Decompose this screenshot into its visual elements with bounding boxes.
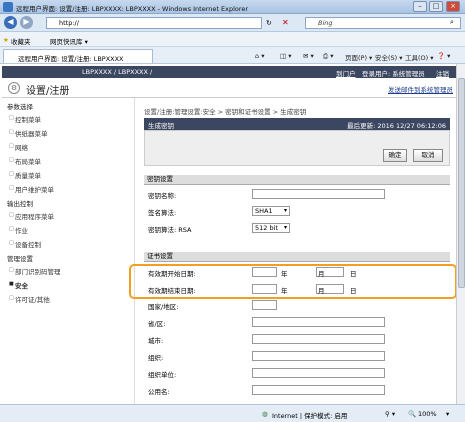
key-algo-select[interactable]: 512 bit: [252, 223, 290, 233]
sidebar-item-control-menu[interactable]: 控制菜单: [9, 114, 41, 124]
sidebar-item-layout[interactable]: 布局菜单: [9, 156, 41, 166]
window-title: 远程用户界面: 设置/注册: LBPXXXX: LBPXXXX - Window…: [16, 5, 249, 13]
page-title: 设置/注册: [26, 86, 70, 97]
product-name: LBPXXXX / LBPXXXX /: [82, 68, 153, 76]
city-input[interactable]: [252, 334, 385, 344]
vertical-scrollbar[interactable]: [456, 64, 465, 404]
sidebar-item-application[interactable]: 应用程序菜单: [9, 211, 54, 221]
help-menu[interactable]: ❓ ▾: [437, 52, 450, 60]
page-menu[interactable]: 页面(P) ▾: [345, 52, 372, 62]
sidebar-section-management: 管理设置: [7, 255, 33, 263]
sidebar-item-department-id[interactable]: 部门识别码管理: [9, 266, 60, 276]
sig-algo-select[interactable]: SHA1: [252, 206, 290, 216]
address-bar: ◀ ▶ http:// ↻ ✕ Bing ⌕: [0, 14, 465, 32]
favorites-button[interactable]: 收藏夹: [11, 36, 31, 46]
print-icon[interactable]: ⎙ ▾: [323, 52, 334, 61]
state-label: 省/区:: [148, 320, 166, 328]
close-button[interactable]: ×: [446, 1, 460, 12]
key-name-input[interactable]: [252, 189, 385, 199]
protected-mode-icon[interactable]: ⚲ ▾: [385, 410, 395, 418]
url-input[interactable]: http://: [46, 17, 262, 29]
tab-command-bar: 远程用户界面: 设置/注册: LBPXXXX ⌂ ▾ ◫ ▾ ✉ ▾ ⎙ ▾ 页…: [0, 47, 465, 64]
country-input[interactable]: [252, 300, 277, 310]
mail-admin-link[interactable]: 发送邮件到系统管理员: [388, 84, 453, 94]
minimize-button[interactable]: –: [413, 1, 427, 12]
page-header: LBPXXXX / LBPXXXX / 到门户 登录用户: 系统管理员 注销: [2, 66, 463, 78]
back-icon[interactable]: ◀: [4, 16, 17, 29]
org-unit-label: 组织单位:: [148, 371, 177, 379]
search-icon[interactable]: ⌕: [450, 18, 454, 27]
sidebar-item-quality[interactable]: 质量菜单: [9, 170, 41, 180]
state-input[interactable]: [252, 317, 385, 327]
browser-title-bar: 远程用户界面: 设置/注册: LBPXXXX: LBPXXXX - Window…: [0, 0, 465, 14]
scrollbar-thumb[interactable]: [458, 78, 465, 288]
status-bar: ◍ Internet | 保护模式: 启用 ⚲ ▾ 🔍 100% ▾: [0, 404, 465, 422]
key-name-label: 密钥名称:: [148, 192, 177, 200]
web-slice-gallery[interactable]: 网页快讯库 ▾: [50, 36, 88, 46]
refresh-icon[interactable]: ↻: [266, 19, 272, 27]
safety-menu[interactable]: 安全(S) ▾: [375, 52, 403, 62]
feeds-icon[interactable]: ◫ ▾: [280, 52, 291, 60]
star-icon: ★: [3, 36, 9, 44]
common-name-label: 公用名:: [148, 388, 170, 396]
sidebar-item-job[interactable]: 作业: [9, 225, 28, 235]
breadcrumb: 设置/注册:管理设置:安全 > 密钥和证书设置 > 生成密钥: [144, 108, 307, 116]
validity-highlight: [129, 264, 457, 299]
city-label: 城市:: [148, 337, 164, 345]
sidebar-item-user-maintenance[interactable]: 用户维护菜单: [9, 184, 54, 194]
sidebar: 参数选择 控制菜单 供纸器菜单 网络 布局菜单 质量菜单 用户维护菜单 输出控制…: [2, 98, 135, 404]
tools-menu[interactable]: 工具(O) ▾: [405, 52, 434, 62]
zoom-level[interactable]: 100%: [418, 410, 437, 418]
cancel-button[interactable]: 取消: [413, 149, 443, 162]
ok-button[interactable]: 确定: [383, 149, 407, 162]
logout-link[interactable]: 注销: [436, 68, 449, 78]
search-input[interactable]: Bing: [305, 17, 461, 29]
favorites-bar: ★ 收藏夹 网页快讯库 ▾: [0, 32, 465, 47]
ie-icon: [3, 2, 13, 12]
forward-icon[interactable]: ▶: [20, 16, 33, 29]
mail-icon[interactable]: ✉ ▾: [303, 52, 314, 60]
sidebar-item-license[interactable]: 许可证/其他: [9, 294, 50, 304]
sidebar-item-security[interactable]: 安全: [9, 280, 28, 290]
security-zone: Internet | 保护模式: 启用: [272, 412, 348, 420]
country-label: 国家/地区:: [148, 303, 179, 311]
maximize-button[interactable]: □: [429, 1, 443, 12]
settings-gear-icon: ⚙: [8, 82, 20, 94]
sidebar-item-paper-source[interactable]: 供纸器菜单: [9, 128, 47, 138]
card-header: 生成密钥 最后更新: 2016 12/27 06:12:06: [144, 118, 450, 130]
browser-tab[interactable]: 远程用户界面: 设置/注册: LBPXXXX: [3, 49, 153, 63]
main-content: 设置/注册:管理设置:安全 > 密钥和证书设置 > 生成密钥 生成密钥 最后更新…: [136, 98, 456, 404]
button-bar: 确定 取消: [144, 130, 450, 166]
org-label: 组织:: [148, 354, 164, 362]
key-algo-label: 密钥算法: RSA: [148, 226, 192, 234]
sig-algo-label: 签名算法:: [148, 209, 177, 217]
sidebar-section-output: 输出控制: [7, 200, 33, 208]
card-title: 生成密钥: [148, 122, 174, 130]
home-icon[interactable]: ⌂ ▾: [255, 52, 264, 60]
org-unit-input[interactable]: [252, 368, 385, 378]
sidebar-item-device-control[interactable]: 设备控制: [9, 239, 41, 249]
login-user: 登录用户: 系统管理员: [362, 70, 425, 78]
page-title-row: ⚙ 设置/注册 发送邮件到系统管理员: [2, 78, 463, 98]
globe-icon: ◍: [262, 410, 268, 418]
zoom-dropdown-icon[interactable]: ▾: [446, 410, 449, 418]
sidebar-item-network[interactable]: 网络: [9, 142, 28, 152]
last-updated: 最后更新: 2016 12/27 06:12:06: [347, 122, 446, 130]
org-input[interactable]: [252, 351, 385, 361]
common-name-input[interactable]: [252, 385, 385, 395]
sidebar-section-preferences: 参数选择: [7, 103, 33, 111]
stop-icon[interactable]: ✕: [282, 18, 289, 27]
portal-link[interactable]: 到门户: [336, 68, 356, 78]
key-settings-header: 密钥设置: [144, 175, 450, 185]
cert-settings-header: 证书设置: [144, 252, 450, 262]
zoom-icon: 🔍: [408, 410, 417, 418]
